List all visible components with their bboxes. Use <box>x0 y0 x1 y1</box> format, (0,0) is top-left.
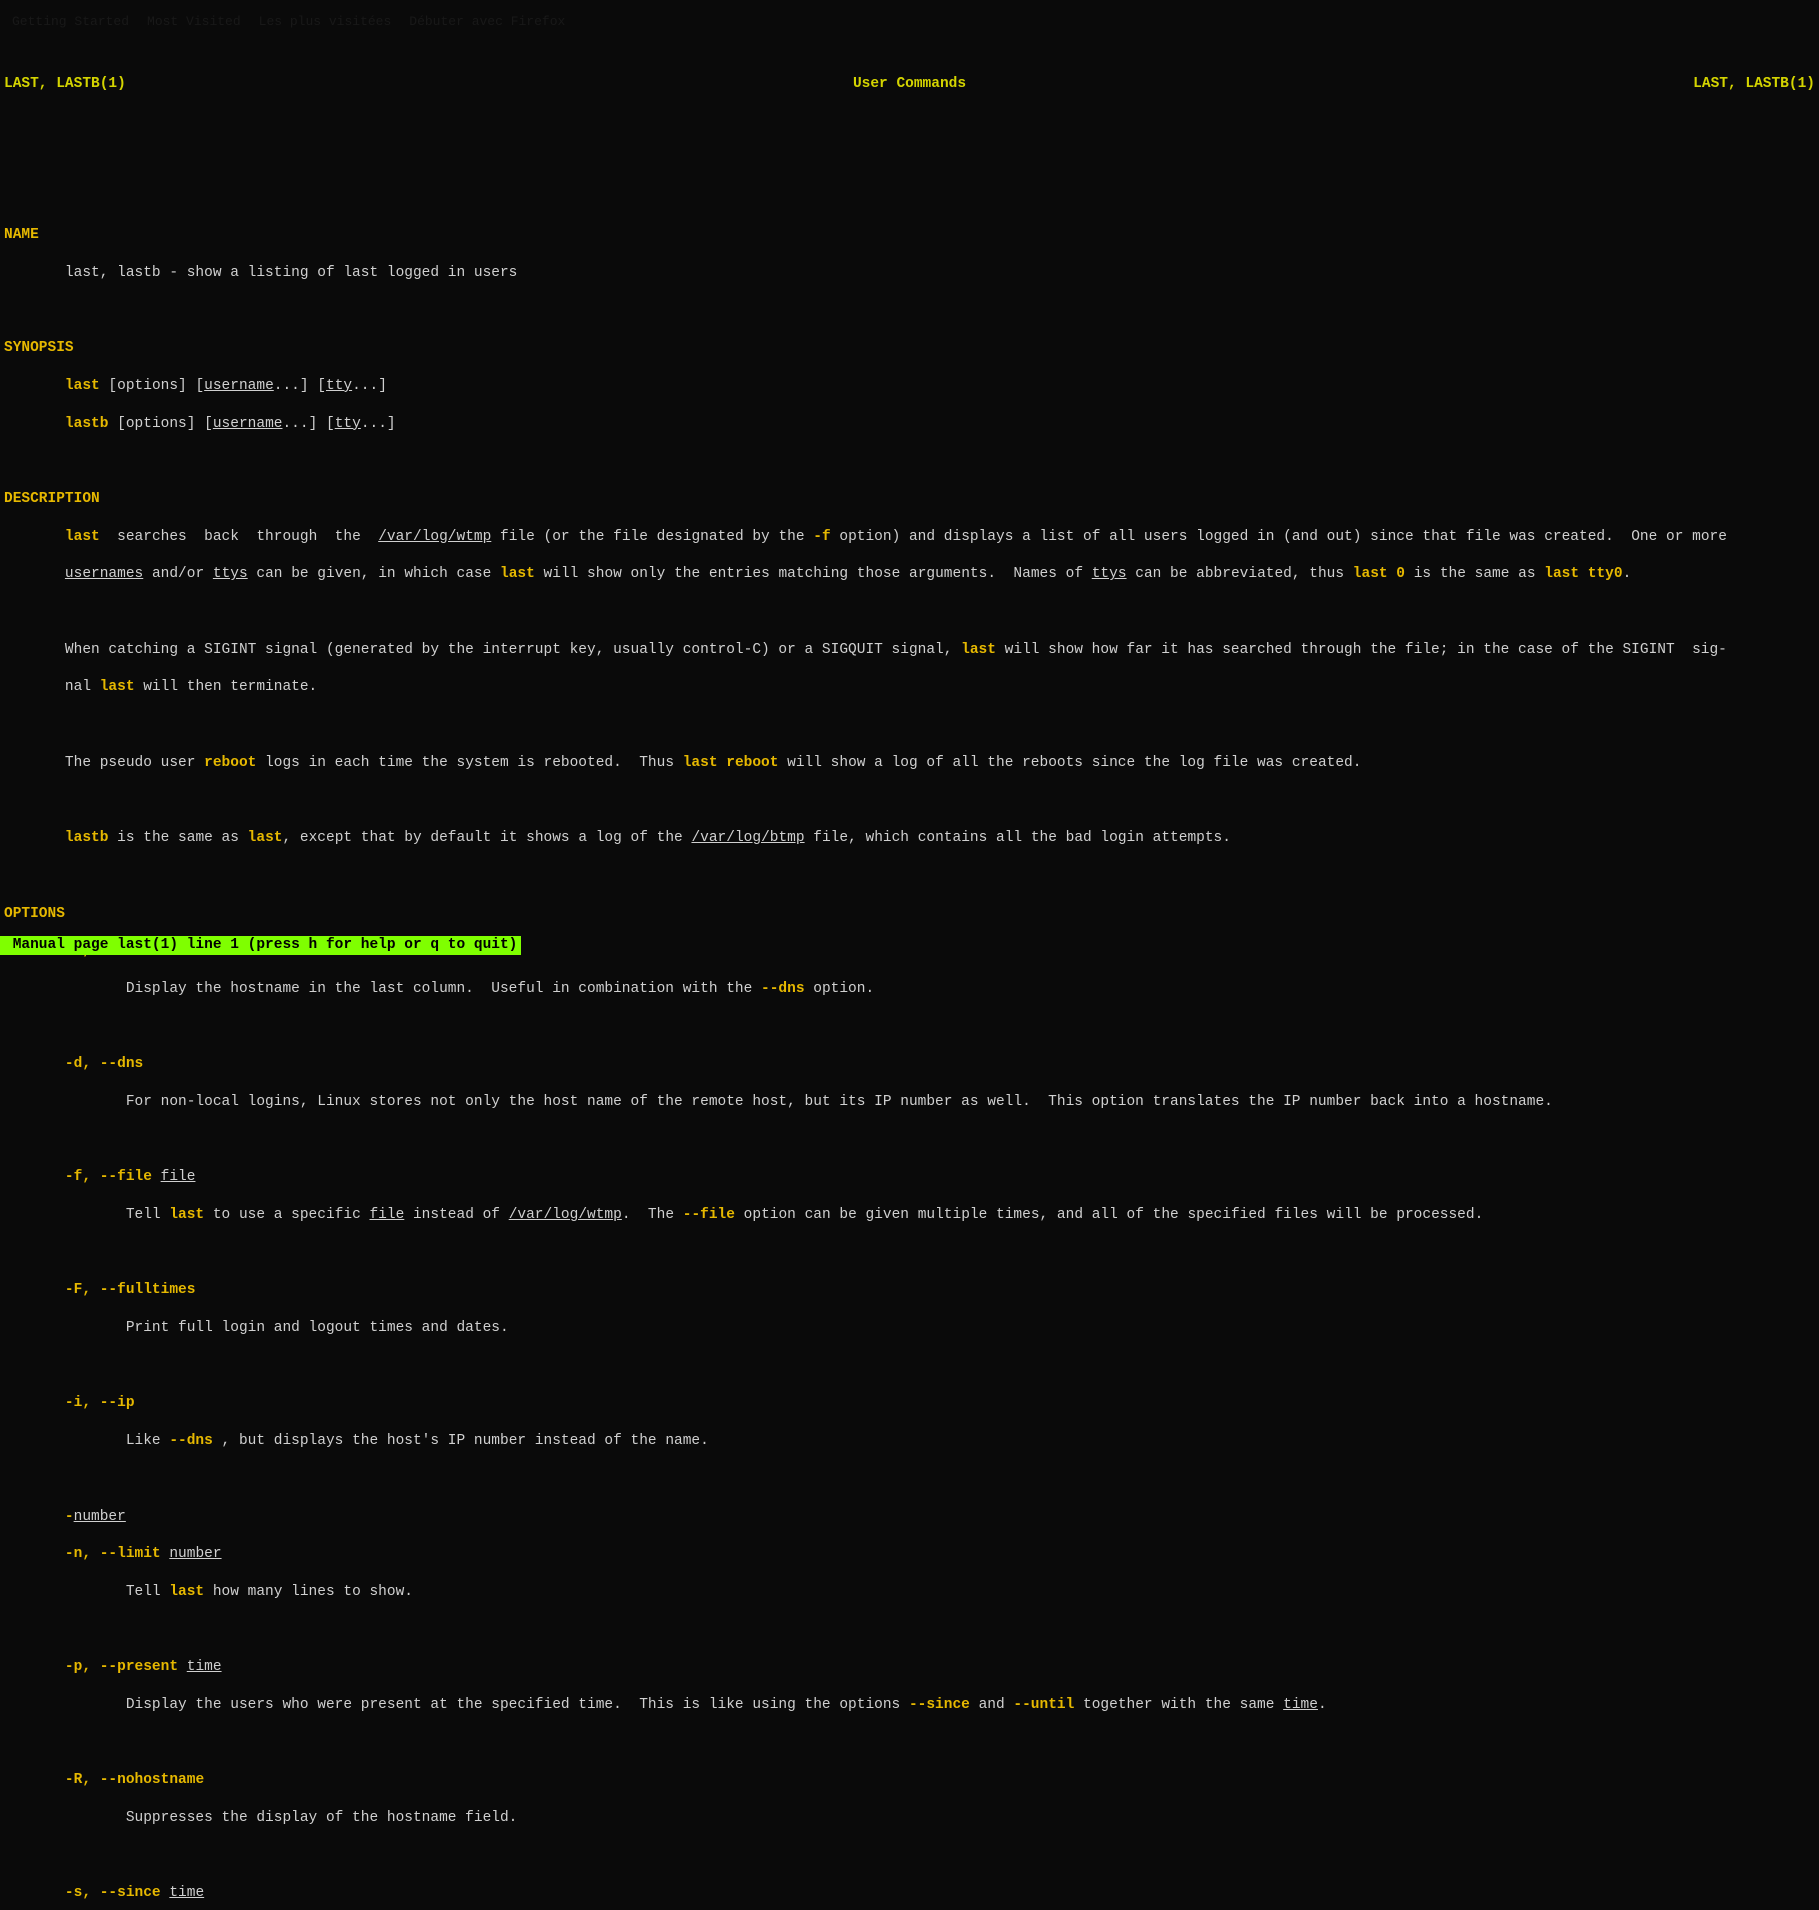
blank-line <box>4 1131 1815 1150</box>
option-f: -f, --file file <box>4 1168 1815 1187</box>
option-F-desc: Print full login and logout times and da… <box>4 1319 1815 1338</box>
section-name-heading: NAME <box>4 226 1815 245</box>
blank-line <box>4 302 1815 321</box>
option-number: -number <box>4 1508 1815 1527</box>
option-a-desc: Display the hostname in the last column.… <box>4 980 1815 999</box>
option-d: -d, --dns <box>4 1055 1815 1074</box>
blank-line <box>4 867 1815 886</box>
option-p-desc: Display the users who were present at th… <box>4 1696 1815 1715</box>
blank-line <box>4 1244 1815 1263</box>
option-s: -s, --since time <box>4 1884 1815 1903</box>
ghost-item: Débuter avec Firefox <box>409 14 565 31</box>
man-body: NAME last, lastb - show a listing of las… <box>0 170 1819 1910</box>
section-options-heading: OPTIONS <box>4 905 1815 924</box>
blank-line <box>4 452 1815 471</box>
blank-line <box>4 791 1815 810</box>
section-description-heading: DESCRIPTION <box>4 490 1815 509</box>
option-f-desc: Tell last to use a specific file instead… <box>4 1206 1815 1225</box>
ghost-item: Les plus visitées <box>259 14 392 31</box>
option-R: -R, --nohostname <box>4 1771 1815 1790</box>
desc-para2-line1: When catching a SIGINT signal (generated… <box>4 641 1815 660</box>
option-n: -n, --limit number <box>4 1545 1815 1564</box>
pager-status-line[interactable]: Manual page last(1) line 1 (press h for … <box>0 936 521 955</box>
option-n-desc: Tell last how many lines to show. <box>4 1583 1815 1602</box>
header-center: User Commands <box>853 75 966 94</box>
blank-line <box>4 1847 1815 1866</box>
blank-line <box>4 188 1815 207</box>
option-p: -p, --present time <box>4 1658 1815 1677</box>
desc-para2-line2: nal last will then terminate. <box>4 678 1815 697</box>
synopsis-line-2: lastb [options] [username...] [tty...] <box>4 415 1815 434</box>
option-d-desc: For non-local logins, Linux stores not o… <box>4 1093 1815 1112</box>
blank-line <box>4 1734 1815 1753</box>
blank-line <box>4 1357 1815 1376</box>
desc-para3: The pseudo user reboot logs in each time… <box>4 754 1815 773</box>
option-i-desc: Like --dns , but displays the host's IP … <box>4 1432 1815 1451</box>
browser-bookmarks-ghost: Getting Started Most Visited Les plus vi… <box>0 14 1819 31</box>
section-synopsis-heading: SYNOPSIS <box>4 339 1815 358</box>
desc-para1-line1: last searches back through the /var/log/… <box>4 528 1815 547</box>
desc-para4: lastb is the same as last, except that b… <box>4 829 1815 848</box>
header-left: LAST, LASTB(1) <box>4 75 126 94</box>
synopsis-line-1: last [options] [username...] [tty...] <box>4 377 1815 396</box>
option-R-desc: Suppresses the display of the hostname f… <box>4 1809 1815 1828</box>
blank-line <box>4 1018 1815 1037</box>
name-body: last, lastb - show a listing of last log… <box>4 264 1815 283</box>
blank-line <box>4 603 1815 622</box>
option-F: -F, --fulltimes <box>4 1281 1815 1300</box>
blank-line <box>4 716 1815 735</box>
header-right: LAST, LASTB(1) <box>1693 75 1815 94</box>
ghost-item: Most Visited <box>147 14 241 31</box>
blank-line <box>4 1470 1815 1489</box>
option-i: -i, --ip <box>4 1394 1815 1413</box>
desc-para1-line2: usernames and/or ttys can be given, in w… <box>4 565 1815 584</box>
blank-line <box>4 1621 1815 1640</box>
ghost-item: Getting Started <box>12 14 129 31</box>
man-header: LAST, LASTB(1) User Commands LAST, LASTB… <box>0 75 1819 94</box>
